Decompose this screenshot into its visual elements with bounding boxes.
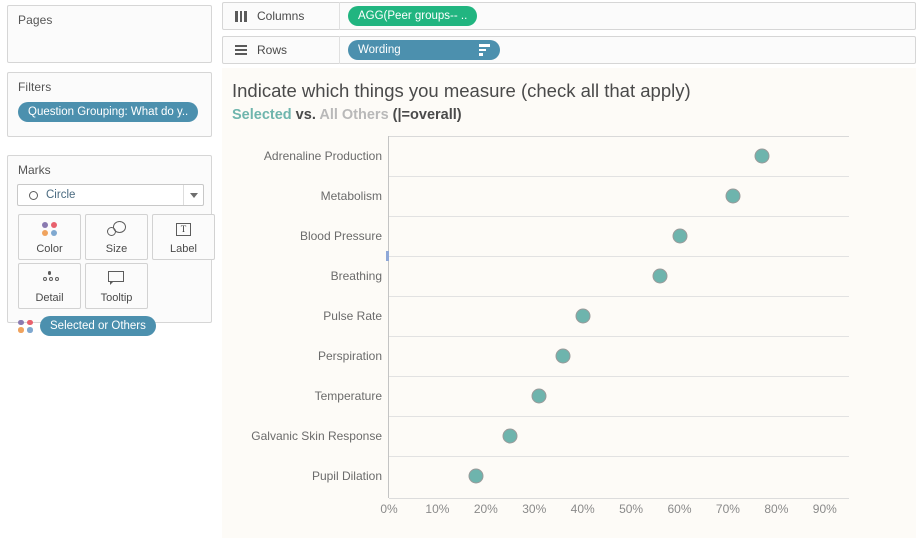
row-header-label[interactable]: Galvanic Skin Response (230, 416, 388, 456)
grid-line (389, 176, 849, 177)
data-point-circle[interactable] (652, 268, 668, 284)
x-axis-tick-label: 70% (715, 502, 740, 516)
x-axis-tick-label: 10% (425, 502, 450, 516)
columns-bars-icon (233, 10, 249, 22)
grid-line (389, 416, 849, 417)
grid-line (389, 376, 849, 377)
grid-line (389, 216, 849, 217)
columns-shelf-label: Columns (257, 9, 305, 23)
x-axis-tick-label: 60% (667, 502, 692, 516)
chevron-down-icon[interactable] (183, 185, 203, 205)
data-point-circle[interactable] (575, 308, 591, 324)
filter-pill-question-grouping[interactable]: Question Grouping: What do y.. (18, 102, 199, 122)
x-axis-ticks: 0% 10% 20% 30% 40% 50% 60% 70% 80% 90% (380, 502, 849, 522)
plot-area: Adrenaline Production Metabolism Blood Pre… (222, 136, 916, 538)
worksheet-view: Indicate which things you measure (check… (222, 68, 916, 538)
circle-outline-icon (29, 190, 38, 200)
tableau-worksheet: Pages Filters Question Grouping: What do… (0, 0, 916, 538)
rows-pill-label: Wording (358, 44, 401, 56)
marks-size-label: Size (105, 243, 128, 255)
row-header-label[interactable]: Pulse Rate (230, 296, 388, 336)
sort-descending-icon[interactable] (479, 44, 490, 56)
marks-color-pill-selected-or-others[interactable]: Selected or Others (40, 316, 156, 336)
row-header-label[interactable]: Adrenaline Production (230, 136, 388, 176)
row-header-column: Adrenaline Production Metabolism Blood Pre… (230, 136, 388, 498)
rows-shelf-label: Rows (257, 43, 288, 57)
rows-pill-wording[interactable]: Wording (348, 40, 500, 60)
grid-line (389, 456, 849, 457)
data-point-circle[interactable] (672, 228, 688, 244)
size-circles-icon (86, 215, 147, 243)
tooltip-bubble-icon (86, 264, 147, 292)
grid-line (389, 336, 849, 337)
marks-color-button[interactable]: Color (18, 214, 81, 260)
columns-shelf-dropzone[interactable]: AGG(Peer groups-- .. (340, 6, 915, 26)
grid-line (389, 256, 849, 257)
x-axis-tick-label: 80% (764, 502, 789, 516)
filters-card[interactable]: Filters Question Grouping: What do y.. (7, 72, 212, 137)
columns-pill-agg-peer-groups[interactable]: AGG(Peer groups-- .. (348, 6, 478, 26)
row-header-label[interactable]: Pupil Dilation (230, 456, 388, 496)
data-point-circle[interactable] (555, 348, 571, 364)
row-header-label[interactable]: Breathing (230, 256, 388, 296)
columns-shelf[interactable]: Columns AGG(Peer groups-- .. (222, 2, 916, 30)
data-point-circle[interactable] (754, 148, 770, 164)
marks-tooltip-button[interactable]: Tooltip (85, 263, 148, 309)
row-header-label[interactable]: Temperature (230, 376, 388, 416)
x-axis-tick-label: 40% (570, 502, 595, 516)
grid-line (389, 296, 849, 297)
marks-size-button[interactable]: Size (85, 214, 148, 260)
marks-label-label: Label (170, 243, 197, 255)
x-axis-line (389, 498, 849, 499)
subtitle-overall: (|=overall) (388, 107, 462, 123)
marks-color-encoding-row: Selected or Others (18, 316, 156, 336)
marks-label-button[interactable]: T Label (152, 214, 215, 260)
detail-dots-icon (19, 264, 80, 292)
marks-tooltip-label: Tooltip (100, 292, 133, 304)
x-axis-tick-label: 0% (380, 502, 398, 516)
color-dots-icon (19, 215, 80, 243)
subtitle-selected: Selected (232, 107, 292, 123)
marks-detail-label: Detail (35, 292, 64, 304)
marks-card-title: Marks (18, 163, 51, 177)
rows-shelf-dropzone[interactable]: Wording (340, 40, 915, 60)
row-header-label[interactable]: Metabolism (230, 176, 388, 216)
subtitle-vs: vs. (291, 107, 320, 123)
marks-color-label: Color (36, 243, 63, 255)
pages-card[interactable]: Pages (7, 5, 212, 63)
x-axis-tick-label: 90% (812, 502, 837, 516)
x-axis-tick-label: 20% (473, 502, 498, 516)
row-header-label[interactable]: Perspiration (230, 336, 388, 376)
row-header-label[interactable]: Blood Pressure (230, 216, 388, 256)
mark-type-value: Circle (46, 189, 76, 201)
chart-title: Indicate which things you measure (check… (232, 80, 691, 101)
plot-top-border (389, 136, 849, 137)
rows-shelf[interactable]: Rows Wording (222, 36, 916, 64)
x-axis-tick-label: 50% (619, 502, 644, 516)
color-dots-icon (18, 319, 34, 333)
left-panel: Pages Filters Question Grouping: What do… (0, 0, 219, 538)
data-point-circle[interactable] (502, 428, 518, 444)
chart-subtitle: Selected vs. All Others (|=overall) (232, 107, 462, 123)
data-point-circle[interactable] (725, 188, 741, 204)
data-point-circle[interactable] (531, 388, 547, 404)
rows-list-icon (233, 44, 249, 56)
marks-detail-button[interactable]: Detail (18, 263, 81, 309)
marks-card: Marks Circle Color Size T Label Detail T… (7, 155, 215, 336)
x-axis-tick-label: 30% (522, 502, 547, 516)
plot-canvas[interactable] (389, 136, 849, 498)
label-text-icon: T (153, 215, 214, 243)
pages-card-title: Pages (18, 13, 53, 27)
data-point-circle[interactable] (468, 468, 484, 484)
filters-card-title: Filters (18, 80, 52, 94)
mark-type-dropdown[interactable]: Circle (17, 184, 204, 206)
subtitle-all-others: All Others (319, 107, 389, 123)
